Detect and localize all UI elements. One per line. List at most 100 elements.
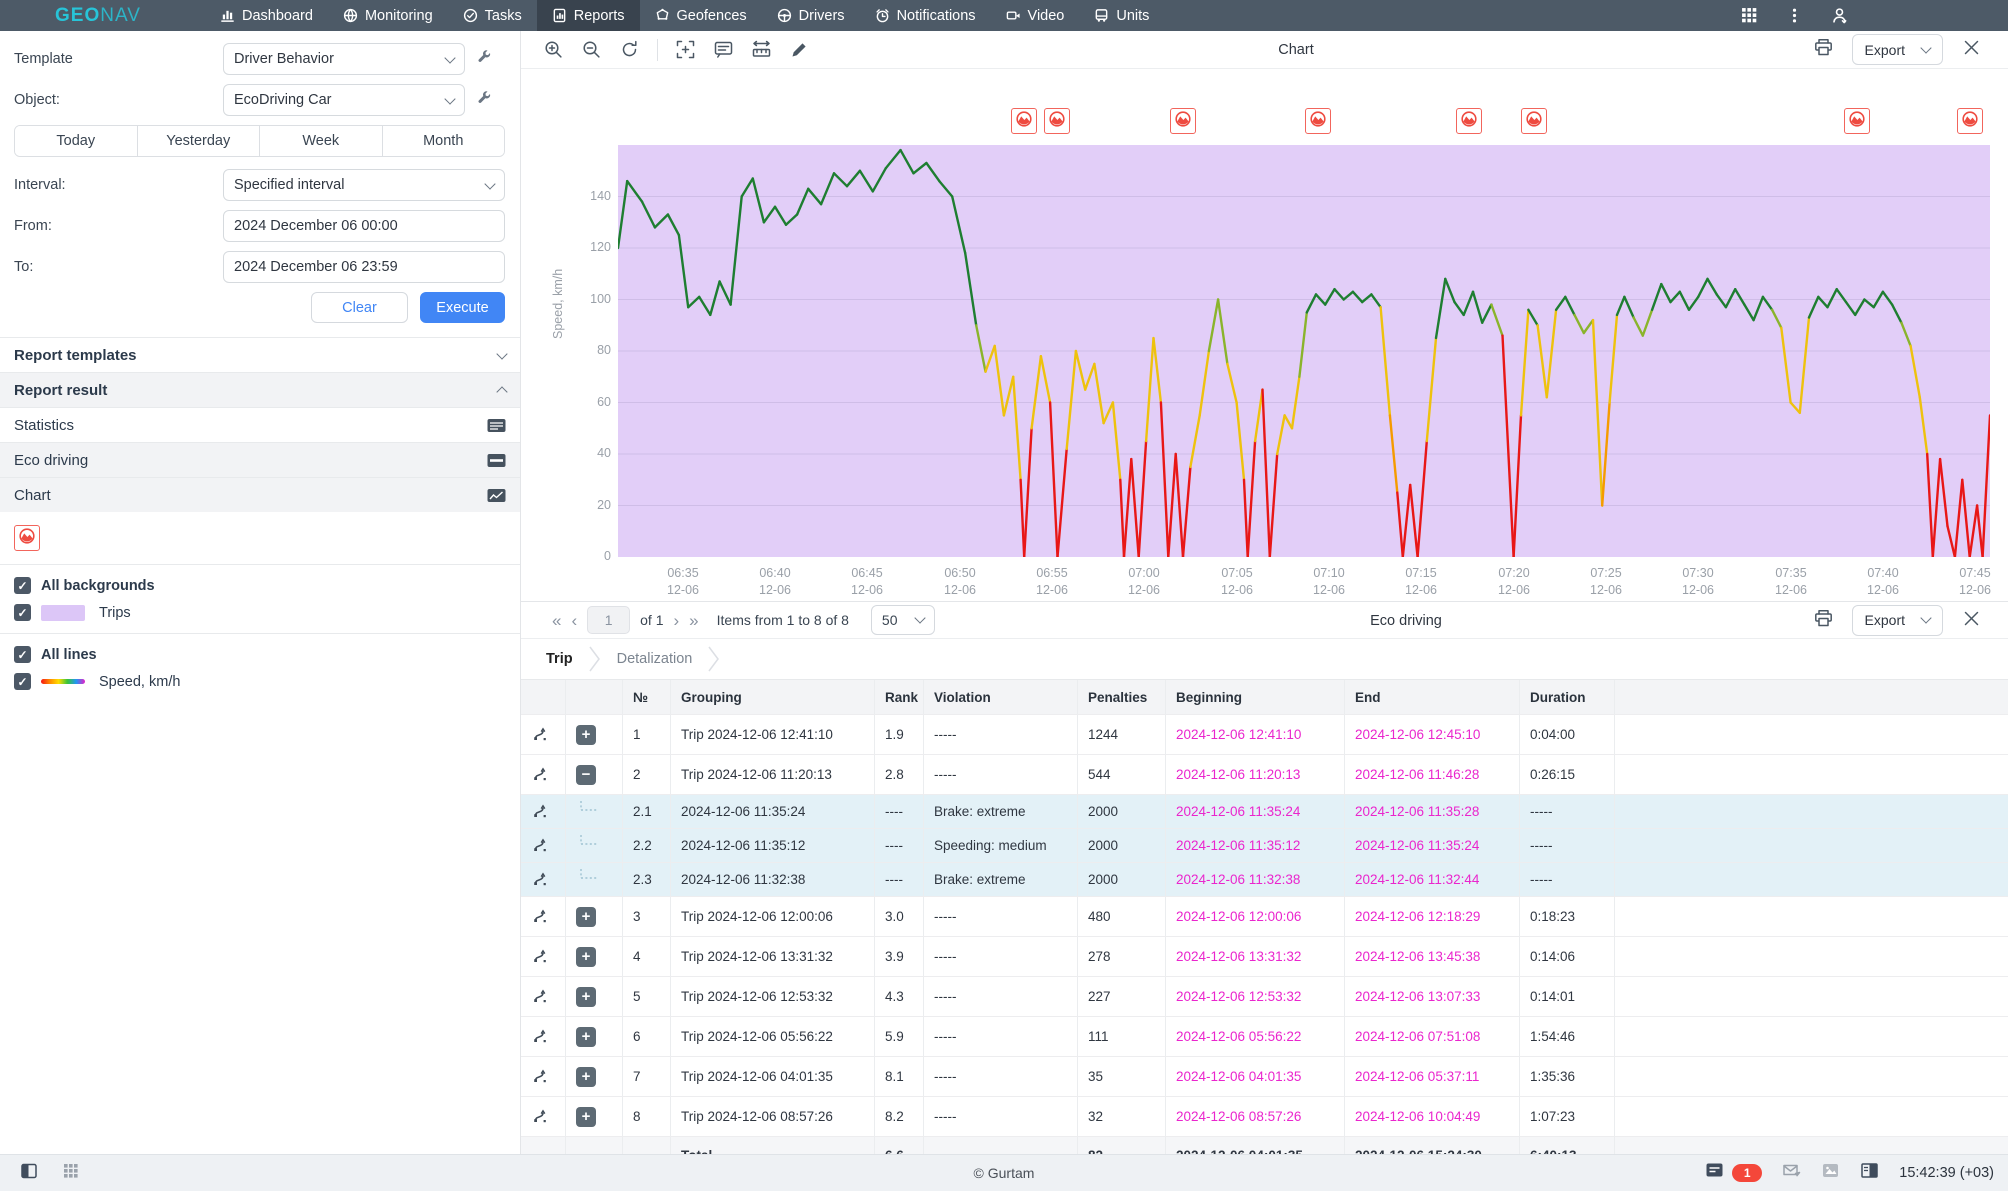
range-button-yesterday[interactable]: Yesterday [137, 126, 260, 156]
table-subrow[interactable]: 2.3 2024-12-06 11:32:38 ---- Brake: extreme… [521, 863, 2008, 897]
tab-detalization[interactable]: Detalization [617, 651, 693, 667]
mail-icon[interactable] [1782, 1161, 1801, 1185]
table-row[interactable]: −2 Trip 2024-12-06 11:20:13 2.8 ----- 544 202… [521, 755, 2008, 795]
nav-item-geofences[interactable]: Geofences [640, 0, 762, 31]
eco-driving-icon[interactable] [487, 453, 506, 468]
expand-row-button[interactable]: + [576, 986, 596, 1007]
nav-item-units[interactable]: Units [1079, 0, 1164, 31]
nav-item-video[interactable]: Video [991, 0, 1080, 31]
speed-line-checkbox[interactable]: ✓ [14, 673, 31, 690]
from-input[interactable]: 2024 December 06 00:00 [223, 210, 505, 242]
expand-row-button[interactable]: + [576, 1026, 596, 1047]
clear-button[interactable]: Clear [311, 292, 408, 323]
table-row[interactable]: +8 Trip 2024-12-06 08:57:26 8.2 ----- 32 2024… [521, 1097, 2008, 1137]
interval-select[interactable]: Specified interval [223, 169, 505, 201]
table-subrow[interactable]: 2.2 2024-12-06 11:35:12 ---- Speeding: medi… [521, 829, 2008, 863]
layout-icon[interactable] [1860, 1161, 1879, 1185]
range-button-today[interactable]: Today [15, 126, 138, 156]
trip-route-icon[interactable] [531, 725, 548, 745]
image-icon[interactable] [1821, 1161, 1840, 1185]
object-settings-wrench-icon[interactable] [477, 90, 492, 110]
close-icon[interactable] [1961, 37, 1982, 63]
to-input[interactable]: 2024 December 06 23:59 [223, 251, 505, 283]
expand-row-button[interactable]: + [576, 906, 596, 927]
result-item-eco-driving[interactable]: Eco driving [0, 442, 520, 477]
tooltip-icon[interactable] [713, 39, 734, 60]
nav-item-tasks[interactable]: Tasks [448, 0, 537, 31]
trip-route-icon[interactable] [531, 1027, 548, 1047]
apps-grid-icon[interactable] [1741, 7, 1758, 24]
table-row[interactable]: +1 Trip 2024-12-06 12:41:10 1.9 ----- 1244 20… [521, 715, 2008, 755]
all-lines-checkbox[interactable]: ✓ [14, 646, 31, 663]
table-row[interactable]: +3 Trip 2024-12-06 12:00:06 3.0 ----- 480 202… [521, 897, 2008, 937]
expand-row-button[interactable]: + [576, 1106, 596, 1127]
trip-route-icon[interactable] [531, 1067, 548, 1087]
chart-panel-icon[interactable] [487, 488, 506, 503]
chart-violation-marker[interactable] [1305, 108, 1331, 134]
chart-violation-marker[interactable] [1011, 108, 1037, 134]
statistics-icon[interactable] [487, 418, 506, 433]
report-result-section[interactable]: Report result [0, 372, 520, 407]
table-row[interactable]: +6 Trip 2024-12-06 05:56:22 5.9 ----- 111 202… [521, 1017, 2008, 1057]
table-row[interactable]: +7 Trip 2024-12-06 04:01:35 8.1 ----- 35 2024… [521, 1057, 2008, 1097]
result-item-statistics[interactable]: Statistics [0, 407, 520, 442]
zoom-in-icon[interactable] [543, 39, 564, 60]
trip-route-icon[interactable] [531, 947, 548, 967]
app-logo[interactable]: GEO NAV [55, 0, 141, 31]
report-templates-section[interactable]: Report templates [0, 337, 520, 372]
next-page-icon[interactable]: › [674, 612, 680, 629]
user-icon[interactable] [1831, 7, 1848, 24]
reset-zoom-icon[interactable] [619, 39, 640, 60]
edit-icon[interactable] [789, 39, 810, 60]
chart-violation-marker[interactable] [1957, 108, 1983, 134]
table-subrow[interactable]: 2.1 2024-12-06 11:35:24 ---- Brake: extreme… [521, 795, 2008, 829]
table-row[interactable]: +4 Trip 2024-12-06 13:31:32 3.9 ----- 278 202… [521, 937, 2008, 977]
template-settings-wrench-icon[interactable] [477, 49, 492, 69]
column-header-rank[interactable]: Rank [875, 680, 924, 714]
zoom-out-icon[interactable] [581, 39, 602, 60]
chart-violation-marker[interactable] [1044, 108, 1070, 134]
object-select[interactable]: EcoDriving Car [223, 84, 465, 116]
nav-item-reports[interactable]: Reports [536, 0, 640, 31]
expand-row-button[interactable]: + [576, 724, 596, 745]
trip-route-icon[interactable] [531, 1107, 548, 1127]
first-page-icon[interactable]: « [552, 612, 561, 629]
column-header-[interactable]: № [623, 680, 671, 714]
trip-route-icon[interactable] [531, 907, 548, 927]
trip-route-icon[interactable] [531, 765, 548, 785]
tab-trip[interactable]: Trip [546, 651, 573, 667]
speed-chart-plot[interactable] [618, 145, 1990, 557]
column-header-penalties[interactable]: Penalties [1078, 680, 1166, 714]
nav-item-notifications[interactable]: Notifications [860, 0, 991, 31]
expand-row-button[interactable]: + [576, 1066, 596, 1087]
chart-violation-marker[interactable] [1456, 108, 1482, 134]
table-row[interactable]: +5 Trip 2024-12-06 12:53:32 4.3 ----- 227 202… [521, 977, 2008, 1017]
range-button-week[interactable]: Week [260, 126, 383, 156]
nav-item-drivers[interactable]: Drivers [762, 0, 860, 31]
print-icon[interactable] [1813, 608, 1834, 632]
column-header-beginning[interactable]: Beginning [1166, 680, 1345, 714]
kebab-menu-icon[interactable] [1786, 7, 1803, 24]
trips-checkbox[interactable]: ✓ [14, 604, 31, 621]
prev-page-icon[interactable]: ‹ [571, 612, 577, 629]
measure-icon[interactable] [751, 39, 772, 60]
last-page-icon[interactable]: » [689, 612, 698, 629]
close-icon[interactable] [1961, 608, 1982, 632]
trip-route-icon[interactable] [531, 802, 548, 822]
result-item-chart[interactable]: Chart [0, 477, 520, 512]
nav-item-dashboard[interactable]: Dashboard [205, 0, 328, 31]
page-input[interactable]: 1 [587, 606, 631, 634]
template-select[interactable]: Driver Behavior [223, 43, 465, 75]
expand-row-button[interactable]: + [576, 946, 596, 967]
execute-button[interactable]: Execute [420, 292, 505, 323]
all-backgrounds-checkbox[interactable]: ✓ [14, 577, 31, 594]
export-button[interactable]: Export [1851, 34, 1943, 65]
range-button-month[interactable]: Month [382, 126, 504, 156]
page-size-select[interactable]: 50 [870, 605, 935, 635]
trip-route-icon[interactable] [531, 836, 548, 856]
column-header-end[interactable]: End [1345, 680, 1520, 714]
area-select-icon[interactable] [675, 39, 696, 60]
chart-area[interactable]: Speed, km/h 0 20 40 60 80 100 120 140 06:35 12-06… [521, 69, 2008, 602]
collapse-row-button[interactable]: − [576, 764, 596, 785]
export-button[interactable]: Export [1851, 604, 1943, 636]
